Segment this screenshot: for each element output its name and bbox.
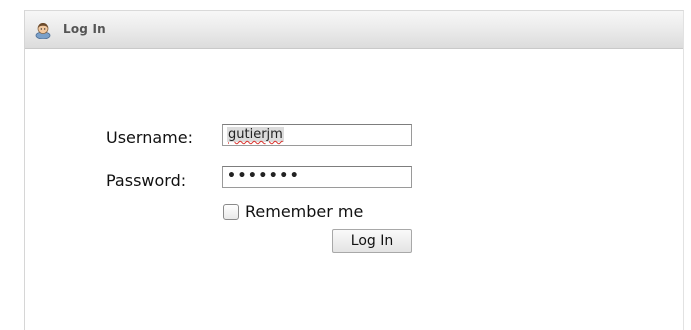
login-panel: Log In Username: gutierjm Password: ••••… [24,10,684,330]
username-value: gutierjm [227,127,284,142]
password-label: Password: [106,171,187,190]
remember-me-checkbox[interactable] [223,204,239,220]
remember-me-label[interactable]: Remember me [245,202,363,221]
panel-title: Log In [63,22,106,36]
password-value: ••••••• [227,168,301,184]
password-field[interactable]: ••••••• [222,166,412,188]
user-icon [34,21,52,40]
username-field[interactable]: gutierjm [222,124,412,146]
panel-header: Log In [25,11,683,49]
username-label: Username: [106,128,193,147]
log-in-button[interactable]: Log In [332,229,412,253]
